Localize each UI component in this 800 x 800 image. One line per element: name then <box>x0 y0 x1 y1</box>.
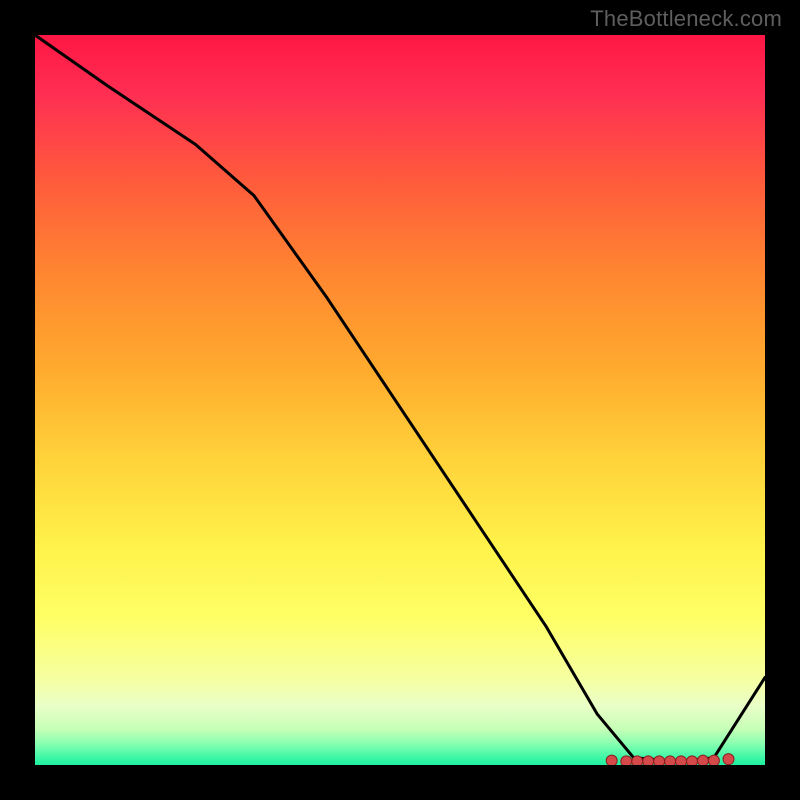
marker-dot <box>723 754 734 765</box>
marker-dot <box>665 756 676 765</box>
marker-dot <box>654 756 665 765</box>
marker-dot <box>632 756 643 765</box>
chart-container: TheBottleneck.com <box>0 0 800 800</box>
marker-dot <box>708 755 719 765</box>
marker-group <box>606 754 734 765</box>
watermark-text: TheBottleneck.com <box>590 6 782 32</box>
marker-dot <box>643 756 654 765</box>
marker-dot <box>606 755 617 765</box>
plot-area <box>35 35 765 765</box>
curve-line <box>35 35 765 761</box>
marker-dot <box>687 756 698 765</box>
marker-dot <box>697 755 708 765</box>
marker-dot <box>621 756 632 765</box>
chart-svg <box>35 35 765 765</box>
marker-dot <box>676 756 687 765</box>
